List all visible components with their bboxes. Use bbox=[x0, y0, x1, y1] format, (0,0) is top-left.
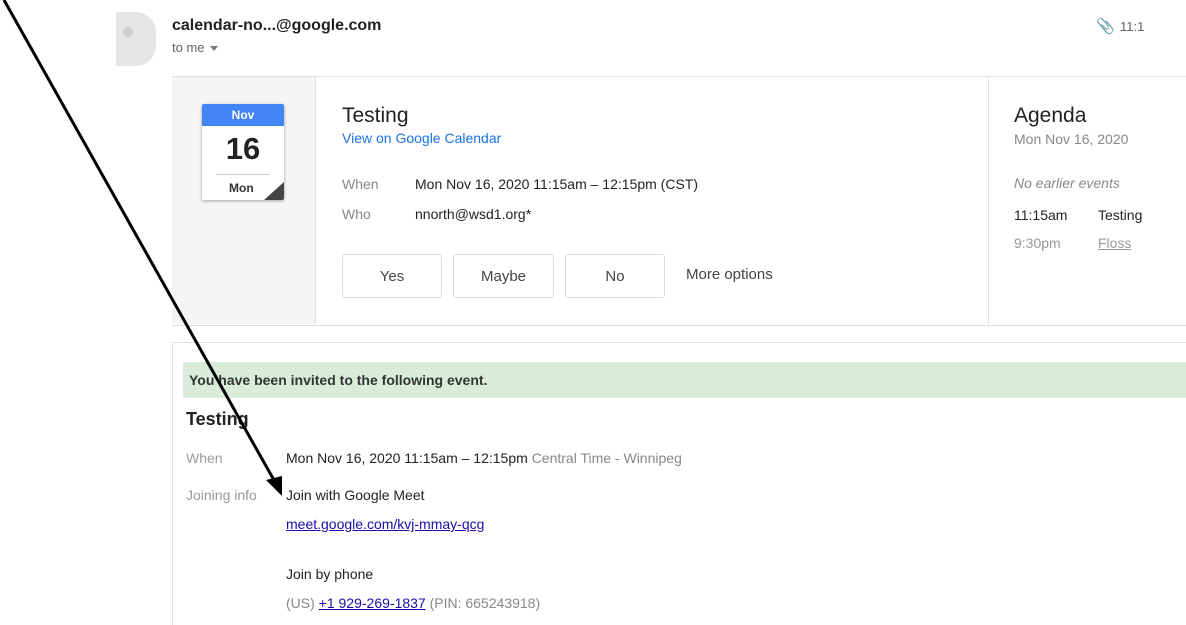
agenda-title: Agenda bbox=[1014, 104, 1087, 127]
phone-pin: (PIN: 665243918) bbox=[429, 595, 541, 611]
desc-when-time: Mon Nov 16, 2020 11:15am – 12:15pm bbox=[286, 450, 528, 466]
invitation-banner-text: You have been invited to the following e… bbox=[189, 372, 488, 388]
who-label: Who bbox=[342, 206, 371, 222]
agenda-divider bbox=[988, 77, 989, 324]
phone-line: (US) +1 929-269-1837 (PIN: 665243918) bbox=[286, 595, 540, 611]
rsvp-no-button[interactable]: No bbox=[565, 254, 665, 298]
rsvp-yes-button[interactable]: Yes bbox=[342, 254, 442, 298]
calendar-date-icon: Nov 16 Mon bbox=[202, 104, 284, 200]
who-value[interactable]: nnorth@wsd1.org* bbox=[415, 206, 531, 222]
sender-email[interactable]: calendar-no...@google.com bbox=[172, 17, 381, 35]
view-on-calendar-link[interactable]: View on Google Calendar bbox=[342, 130, 501, 146]
agenda-event-time: 9:30pm bbox=[1014, 235, 1061, 251]
joining-info-label: Joining info bbox=[186, 487, 257, 503]
calendar-weekday: Mon bbox=[229, 181, 254, 195]
page-fold-icon bbox=[264, 182, 284, 200]
more-options-button[interactable]: More options bbox=[686, 266, 773, 283]
agenda-event-link[interactable]: Floss bbox=[1098, 235, 1131, 251]
agenda-date: Mon Nov 16, 2020 bbox=[1014, 131, 1129, 147]
desc-when-value: Mon Nov 16, 2020 11:15am – 12:15pm Centr… bbox=[286, 450, 682, 466]
rsvp-maybe-button[interactable]: Maybe bbox=[453, 254, 554, 298]
calendar-day: 16 bbox=[225, 131, 261, 166]
phone-heading: Join by phone bbox=[286, 566, 374, 582]
recipient-label: to me bbox=[172, 40, 205, 55]
when-value: Mon Nov 16, 2020 11:15am – 12:15pm (CST) bbox=[415, 176, 699, 192]
calendar-month: Nov bbox=[202, 104, 284, 126]
meet-link[interactable]: meet.google.com/kvj-mmay-qcg bbox=[286, 516, 484, 532]
event-title: Testing bbox=[342, 104, 409, 127]
calendar-divider bbox=[216, 174, 270, 175]
paperclip-icon: 📎 bbox=[1096, 18, 1115, 35]
agenda-no-earlier-events: No earlier events bbox=[1014, 175, 1120, 191]
description-title: Testing bbox=[186, 409, 249, 429]
meet-heading: Join with Google Meet bbox=[286, 487, 425, 503]
avatar-decoration bbox=[123, 27, 133, 37]
message-time: 11:1 bbox=[1120, 19, 1145, 34]
phone-country: (US) bbox=[286, 595, 315, 611]
agenda-event-time: 11:15am bbox=[1014, 207, 1068, 223]
when-label: When bbox=[342, 176, 379, 192]
phone-number-link[interactable]: +1 929-269-1837 bbox=[319, 595, 426, 611]
desc-when-label: When bbox=[186, 450, 223, 466]
caret-down-icon[interactable] bbox=[209, 46, 218, 52]
recipient-toggle[interactable]: to me bbox=[172, 40, 218, 55]
sender-avatar bbox=[116, 12, 156, 66]
desc-timezone: Central Time - Winnipeg bbox=[531, 450, 682, 466]
agenda-event-name: Testing bbox=[1098, 207, 1143, 223]
